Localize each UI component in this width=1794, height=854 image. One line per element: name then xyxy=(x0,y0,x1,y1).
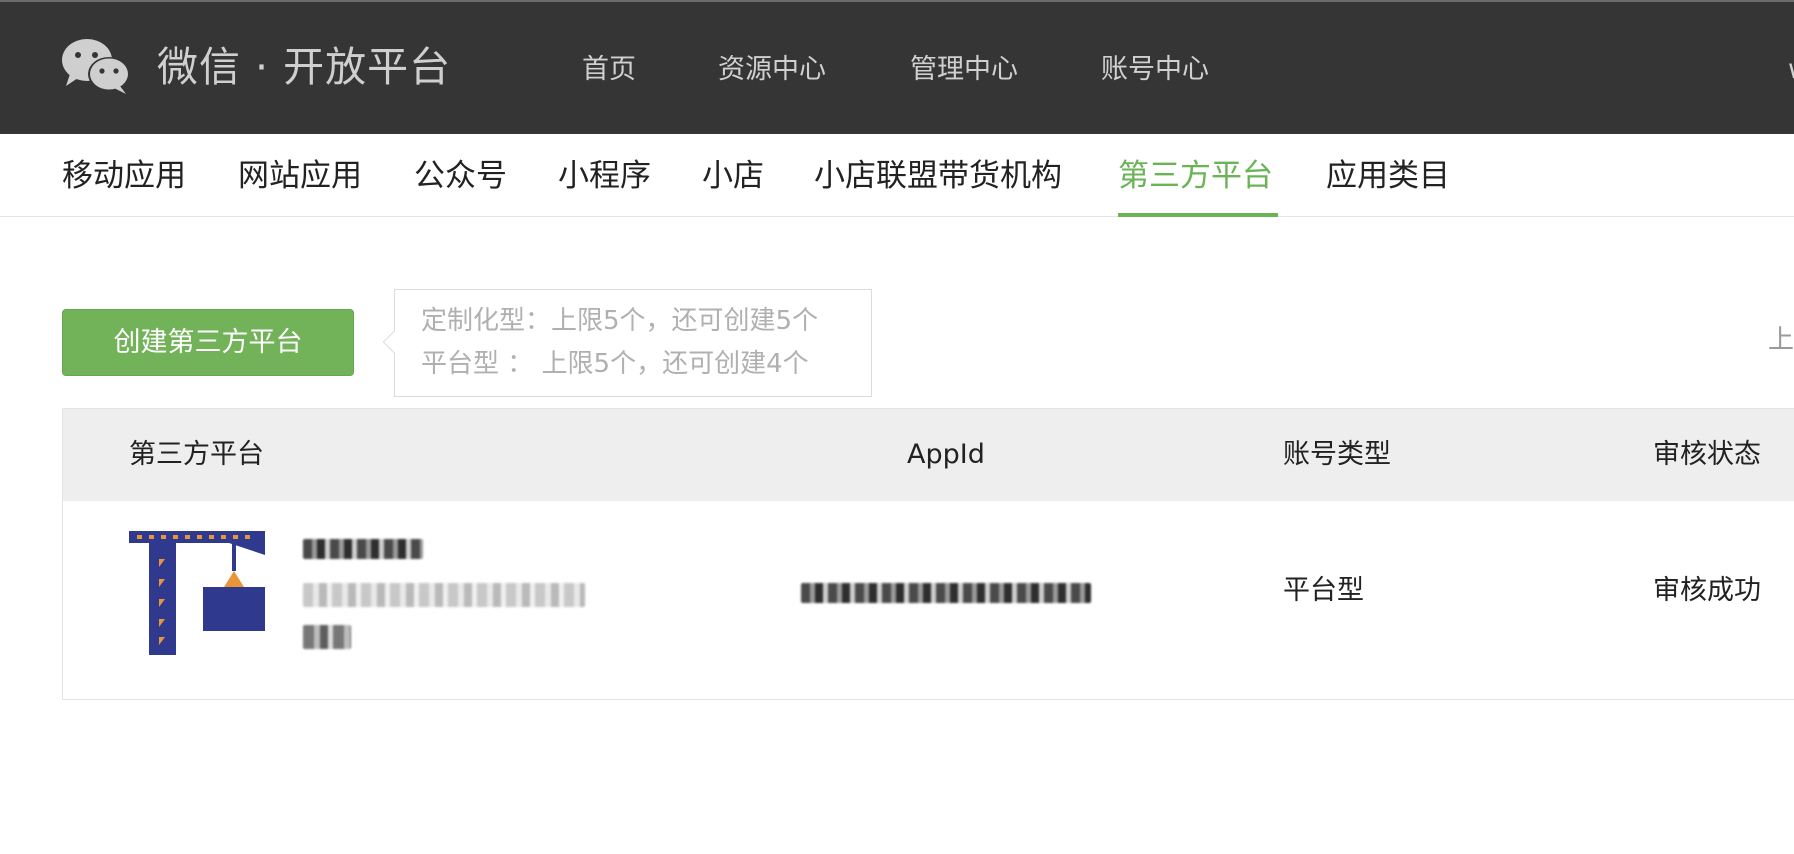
tab-mini-program[interactable]: 小程序 xyxy=(558,154,651,198)
tab-official-account[interactable]: 公众号 xyxy=(414,154,507,198)
redacted-platform-description xyxy=(303,583,585,607)
account-type-cell: 平台型 xyxy=(1283,575,1364,606)
crane-app-icon[interactable] xyxy=(129,531,265,655)
right-truncated-label: 上 xyxy=(1768,325,1794,355)
table-header: 第三方平台 AppId 账号类型 审核状态 xyxy=(63,409,1794,501)
tab-mobile-app[interactable]: 移动应用 xyxy=(62,154,186,198)
column-header-platform: 第三方平台 xyxy=(129,439,264,470)
topnav-account[interactable]: 账号中心 xyxy=(1101,50,1209,90)
tab-app-category[interactable]: 应用类目 xyxy=(1326,154,1450,198)
platform-title[interactable]: 微信 · 开放平台 xyxy=(157,38,451,96)
quota-tooltip: 定制化型：上限5个，还可创建5个 平台型 ： 上限5个，还可创建4个 xyxy=(382,289,872,397)
right-truncated-text: 上 xyxy=(1768,320,1794,360)
wechat-logo-icon[interactable] xyxy=(60,36,132,96)
tab-website-app[interactable]: 网站应用 xyxy=(238,154,362,198)
tab-shop-alliance[interactable]: 小店联盟带货机构 xyxy=(814,154,1062,198)
user-menu[interactable]: w xyxy=(1788,50,1794,90)
tooltip-arrow xyxy=(382,330,406,354)
tab-shop[interactable]: 小店 xyxy=(702,154,764,198)
redacted-platform-extra xyxy=(303,625,351,649)
category-tabs: 移动应用 网站应用 公众号 小程序 小店 小店联盟带货机构 第三方平台 应用类目 xyxy=(0,134,1794,217)
top-header: 微信 · 开放平台 首页 资源中心 管理中心 账号中心 w xyxy=(0,0,1794,134)
active-tab-indicator xyxy=(1118,213,1278,217)
review-status-cell: 审核成功 xyxy=(1653,575,1761,606)
column-header-review-status: 审核状态 xyxy=(1653,439,1761,470)
user-menu-label: w xyxy=(1788,54,1794,85)
topnav-home[interactable]: 首页 xyxy=(582,50,636,90)
column-header-account-type: 账号类型 xyxy=(1283,439,1391,470)
create-third-party-platform-button[interactable]: 创建第三方平台 xyxy=(62,309,354,376)
column-header-appid: AppId xyxy=(907,439,985,470)
topnav-resources[interactable]: 资源中心 xyxy=(718,50,826,90)
topnav-management[interactable]: 管理中心 xyxy=(910,50,1018,90)
quota-platform-text: 平台型 ： 上限5个，还可创建4个 xyxy=(421,349,809,379)
tab-third-party-platform[interactable]: 第三方平台 xyxy=(1118,154,1273,198)
redacted-platform-name xyxy=(303,539,423,559)
quota-custom-text: 定制化型：上限5个，还可创建5个 xyxy=(421,306,819,336)
redacted-appid xyxy=(801,583,1091,603)
table-row[interactable]: 平台型 审核成功 xyxy=(63,501,1794,699)
platform-table: 第三方平台 AppId 账号类型 审核状态 平台型 审核成功 xyxy=(62,408,1794,700)
